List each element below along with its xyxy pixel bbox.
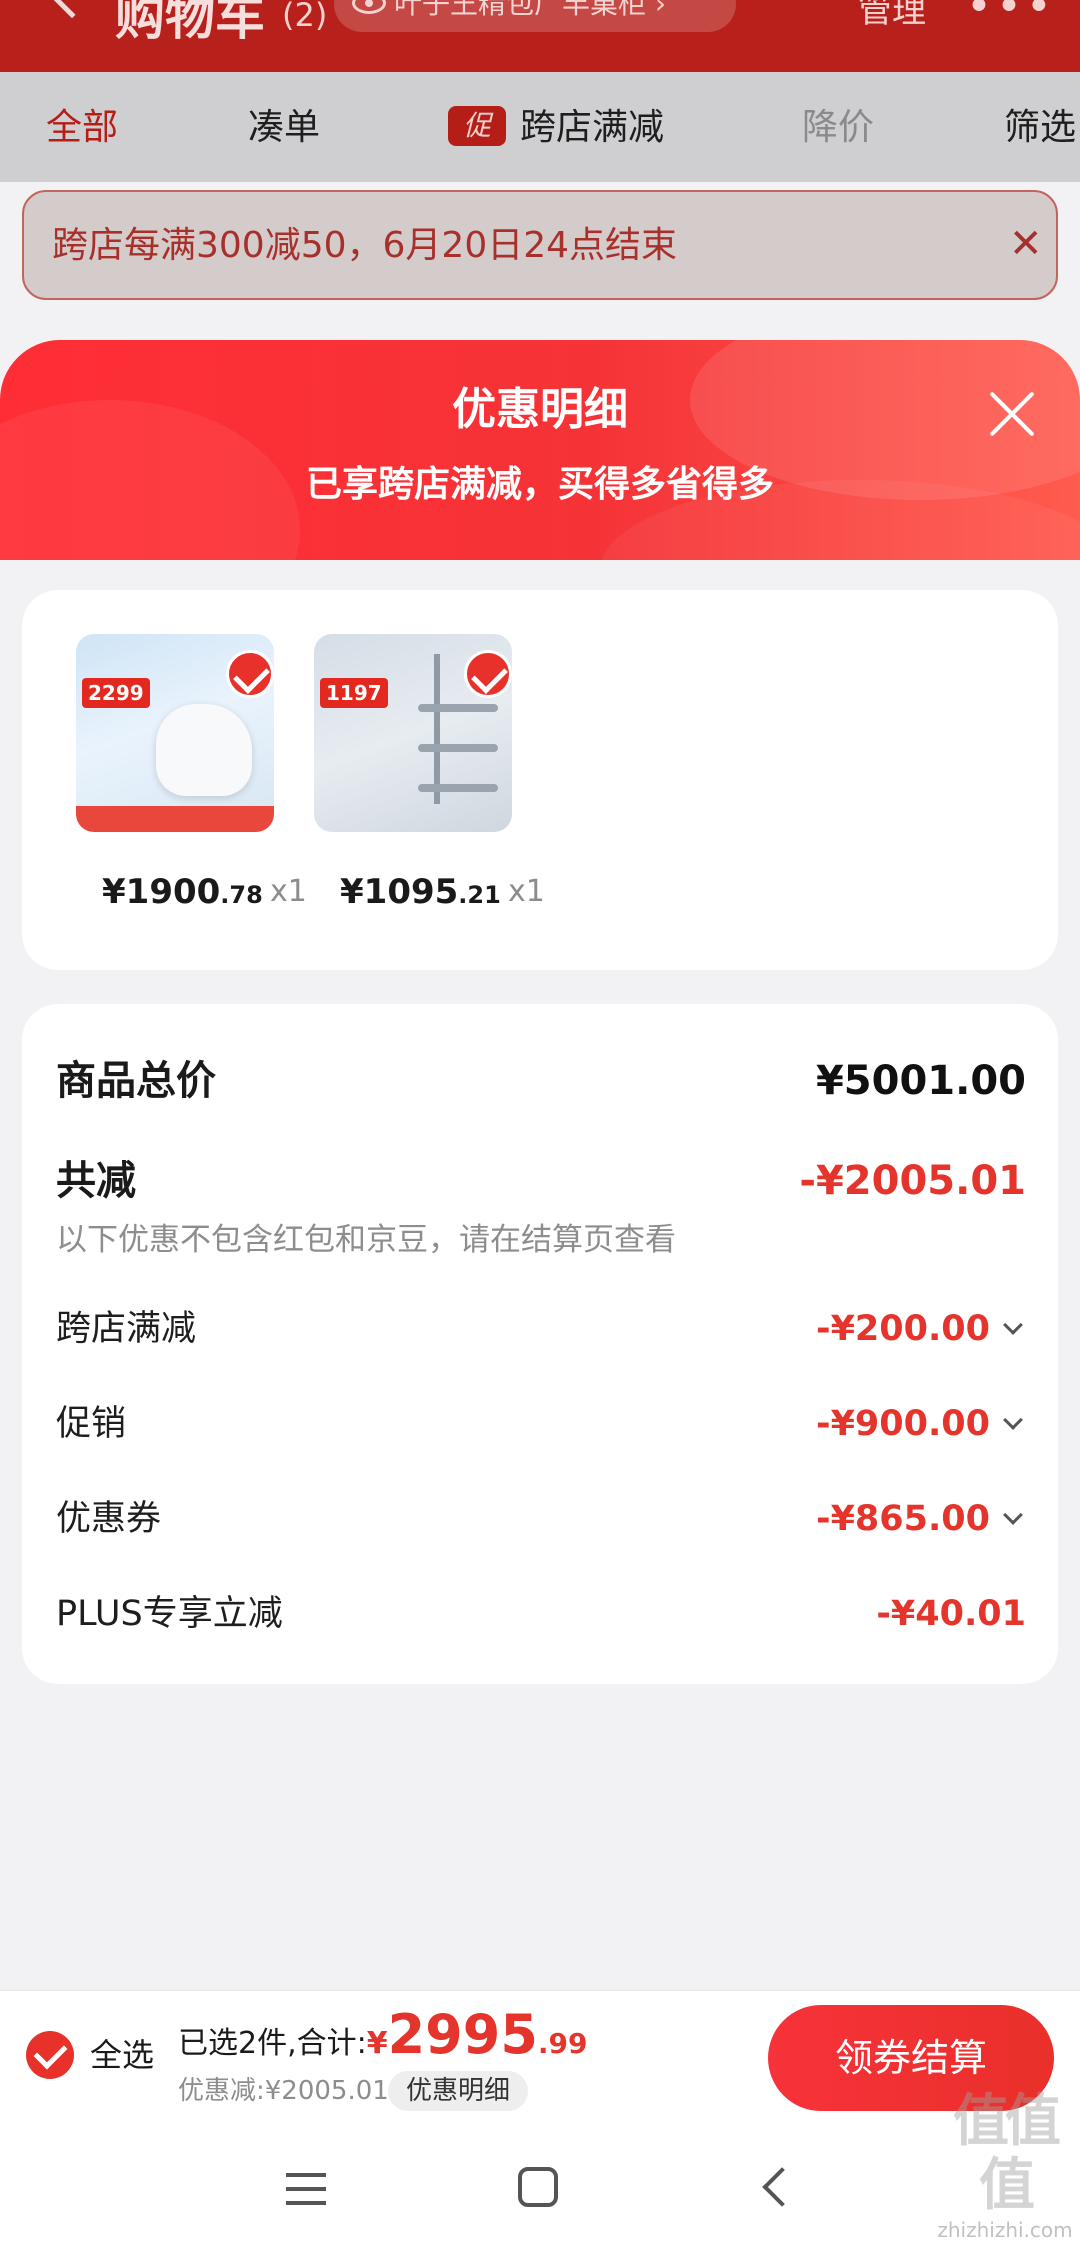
product-card: 2299 ¥1900.78 x1 1197 ¥1095.21 x1 — [22, 590, 1058, 970]
back-icon[interactable] — [762, 2167, 802, 2207]
sheet-title: 优惠明细 — [452, 384, 628, 435]
thumbnail-price: 1197 — [320, 678, 388, 708]
manage-button[interactable]: 管理 — [858, 0, 926, 36]
discount-row-coupon[interactable]: 优惠券 -¥865.00 — [56, 1494, 1026, 1544]
select-all-label[interactable]: 全选 — [90, 2031, 154, 2079]
total-price-value: ¥5001.00 — [815, 1058, 1026, 1104]
discount-value: -¥200.00 — [816, 1309, 990, 1349]
discount-label: 优惠券 — [56, 1499, 162, 1539]
tab-price-drop[interactable]: 降价 — [802, 104, 874, 152]
cart-title: 购物车 — [115, 0, 265, 46]
total-reduction-label: 共减 — [56, 1158, 136, 1204]
select-all-checkbox[interactable] — [26, 2031, 74, 2079]
eye-icon — [352, 0, 386, 14]
system-nav-bar — [0, 2125, 1080, 2255]
total-price-label: 商品总价 — [56, 1058, 216, 1104]
delivery-address[interactable]: 叶子王精包厂丰巢柜 › — [334, 0, 736, 32]
cart-count: (2) — [282, 0, 328, 34]
tab-bundle[interactable]: 凑单 — [248, 104, 320, 152]
recent-apps-icon[interactable] — [286, 2173, 326, 2205]
discount-value: -¥865.00 — [816, 1499, 990, 1539]
tab-filter[interactable]: 筛选 — [1004, 104, 1076, 152]
cart-header: 购物车 (2) 叶子王精包厂丰巢柜 › 管理 ••• — [0, 0, 1080, 72]
discount-label: 跨店满减 — [56, 1309, 197, 1349]
chevron-down-icon[interactable] — [1003, 1505, 1023, 1525]
discount-row-cross-store[interactable]: 跨店满减 -¥200.00 — [56, 1304, 1026, 1354]
price-summary-card: 商品总价 ¥5001.00 共减 -¥2005.01 以下优惠不包含红包和京豆，… — [22, 1004, 1058, 1684]
sheet-subtitle: 已享跨店满减，买得多省得多 — [305, 464, 774, 505]
tab-cross-store-label: 跨店满减 — [520, 107, 665, 148]
tab-cross-store[interactable]: 促跨店满减 — [448, 104, 664, 152]
discount-value: -¥40.01 — [876, 1594, 1026, 1634]
filter-tabs: 全部 凑单 促跨店满减 降价 筛选 — [0, 72, 1080, 182]
watermark-logo: 值值值 zhizhizhi.com — [937, 2089, 1073, 2243]
discount-sheet-header: 优惠明细 已享跨店满减，买得多省得多 — [0, 340, 1080, 560]
product-price: ¥1900.78 — [102, 872, 263, 912]
check-icon[interactable] — [464, 650, 512, 698]
selected-total: 已选2件,合计:¥2995.99 — [178, 2003, 588, 2066]
more-icon[interactable]: ••• — [966, 0, 1056, 32]
thumbnail-price: 2299 — [82, 678, 150, 708]
discount-label: 促销 — [56, 1404, 127, 1444]
discount-label: PLUS专享立减 — [56, 1594, 283, 1634]
product-qty: x1 — [508, 874, 545, 909]
saved-amount: 优惠减:¥2005.01 — [178, 2076, 389, 2106]
discount-row-plus: PLUS专享立减 -¥40.01 — [56, 1589, 1026, 1639]
total-reduction-value: -¥2005.01 — [799, 1158, 1026, 1204]
chevron-down-icon[interactable] — [1003, 1410, 1023, 1430]
product-qty: x1 — [270, 874, 307, 909]
tab-all[interactable]: 全部 — [46, 104, 118, 152]
chevron-down-icon[interactable] — [1003, 1315, 1023, 1335]
discount-row-promotion[interactable]: 促销 -¥900.00 — [56, 1399, 1026, 1449]
product-price: ¥1095.21 — [340, 872, 501, 912]
delivery-address-text: 叶子王精包厂丰巢柜 › — [394, 0, 667, 20]
back-arrow-icon[interactable] — [43, 0, 101, 19]
home-icon[interactable] — [518, 2167, 558, 2207]
reduction-note: 以下优惠不包含红包和京豆，请在结算页查看 — [56, 1222, 676, 1258]
promo-badge: 促 — [448, 106, 506, 146]
discount-value: -¥900.00 — [816, 1404, 990, 1444]
checkout-bar: 全选 已选2件,合计:¥2995.99 优惠减:¥2005.01 优惠明细 领券… — [0, 1990, 1080, 2125]
check-icon[interactable] — [226, 650, 274, 698]
close-sheet-icon[interactable] — [988, 390, 1036, 438]
promo-notice: 跨店每满300减50，6月20日24点结束 ✕ — [22, 190, 1058, 300]
discount-detail-button[interactable]: 优惠明细 — [388, 2071, 529, 2111]
promo-notice-text: 跨店每满300减50，6月20日24点结束 — [52, 225, 678, 266]
close-icon[interactable]: ✕ — [1009, 220, 1043, 268]
